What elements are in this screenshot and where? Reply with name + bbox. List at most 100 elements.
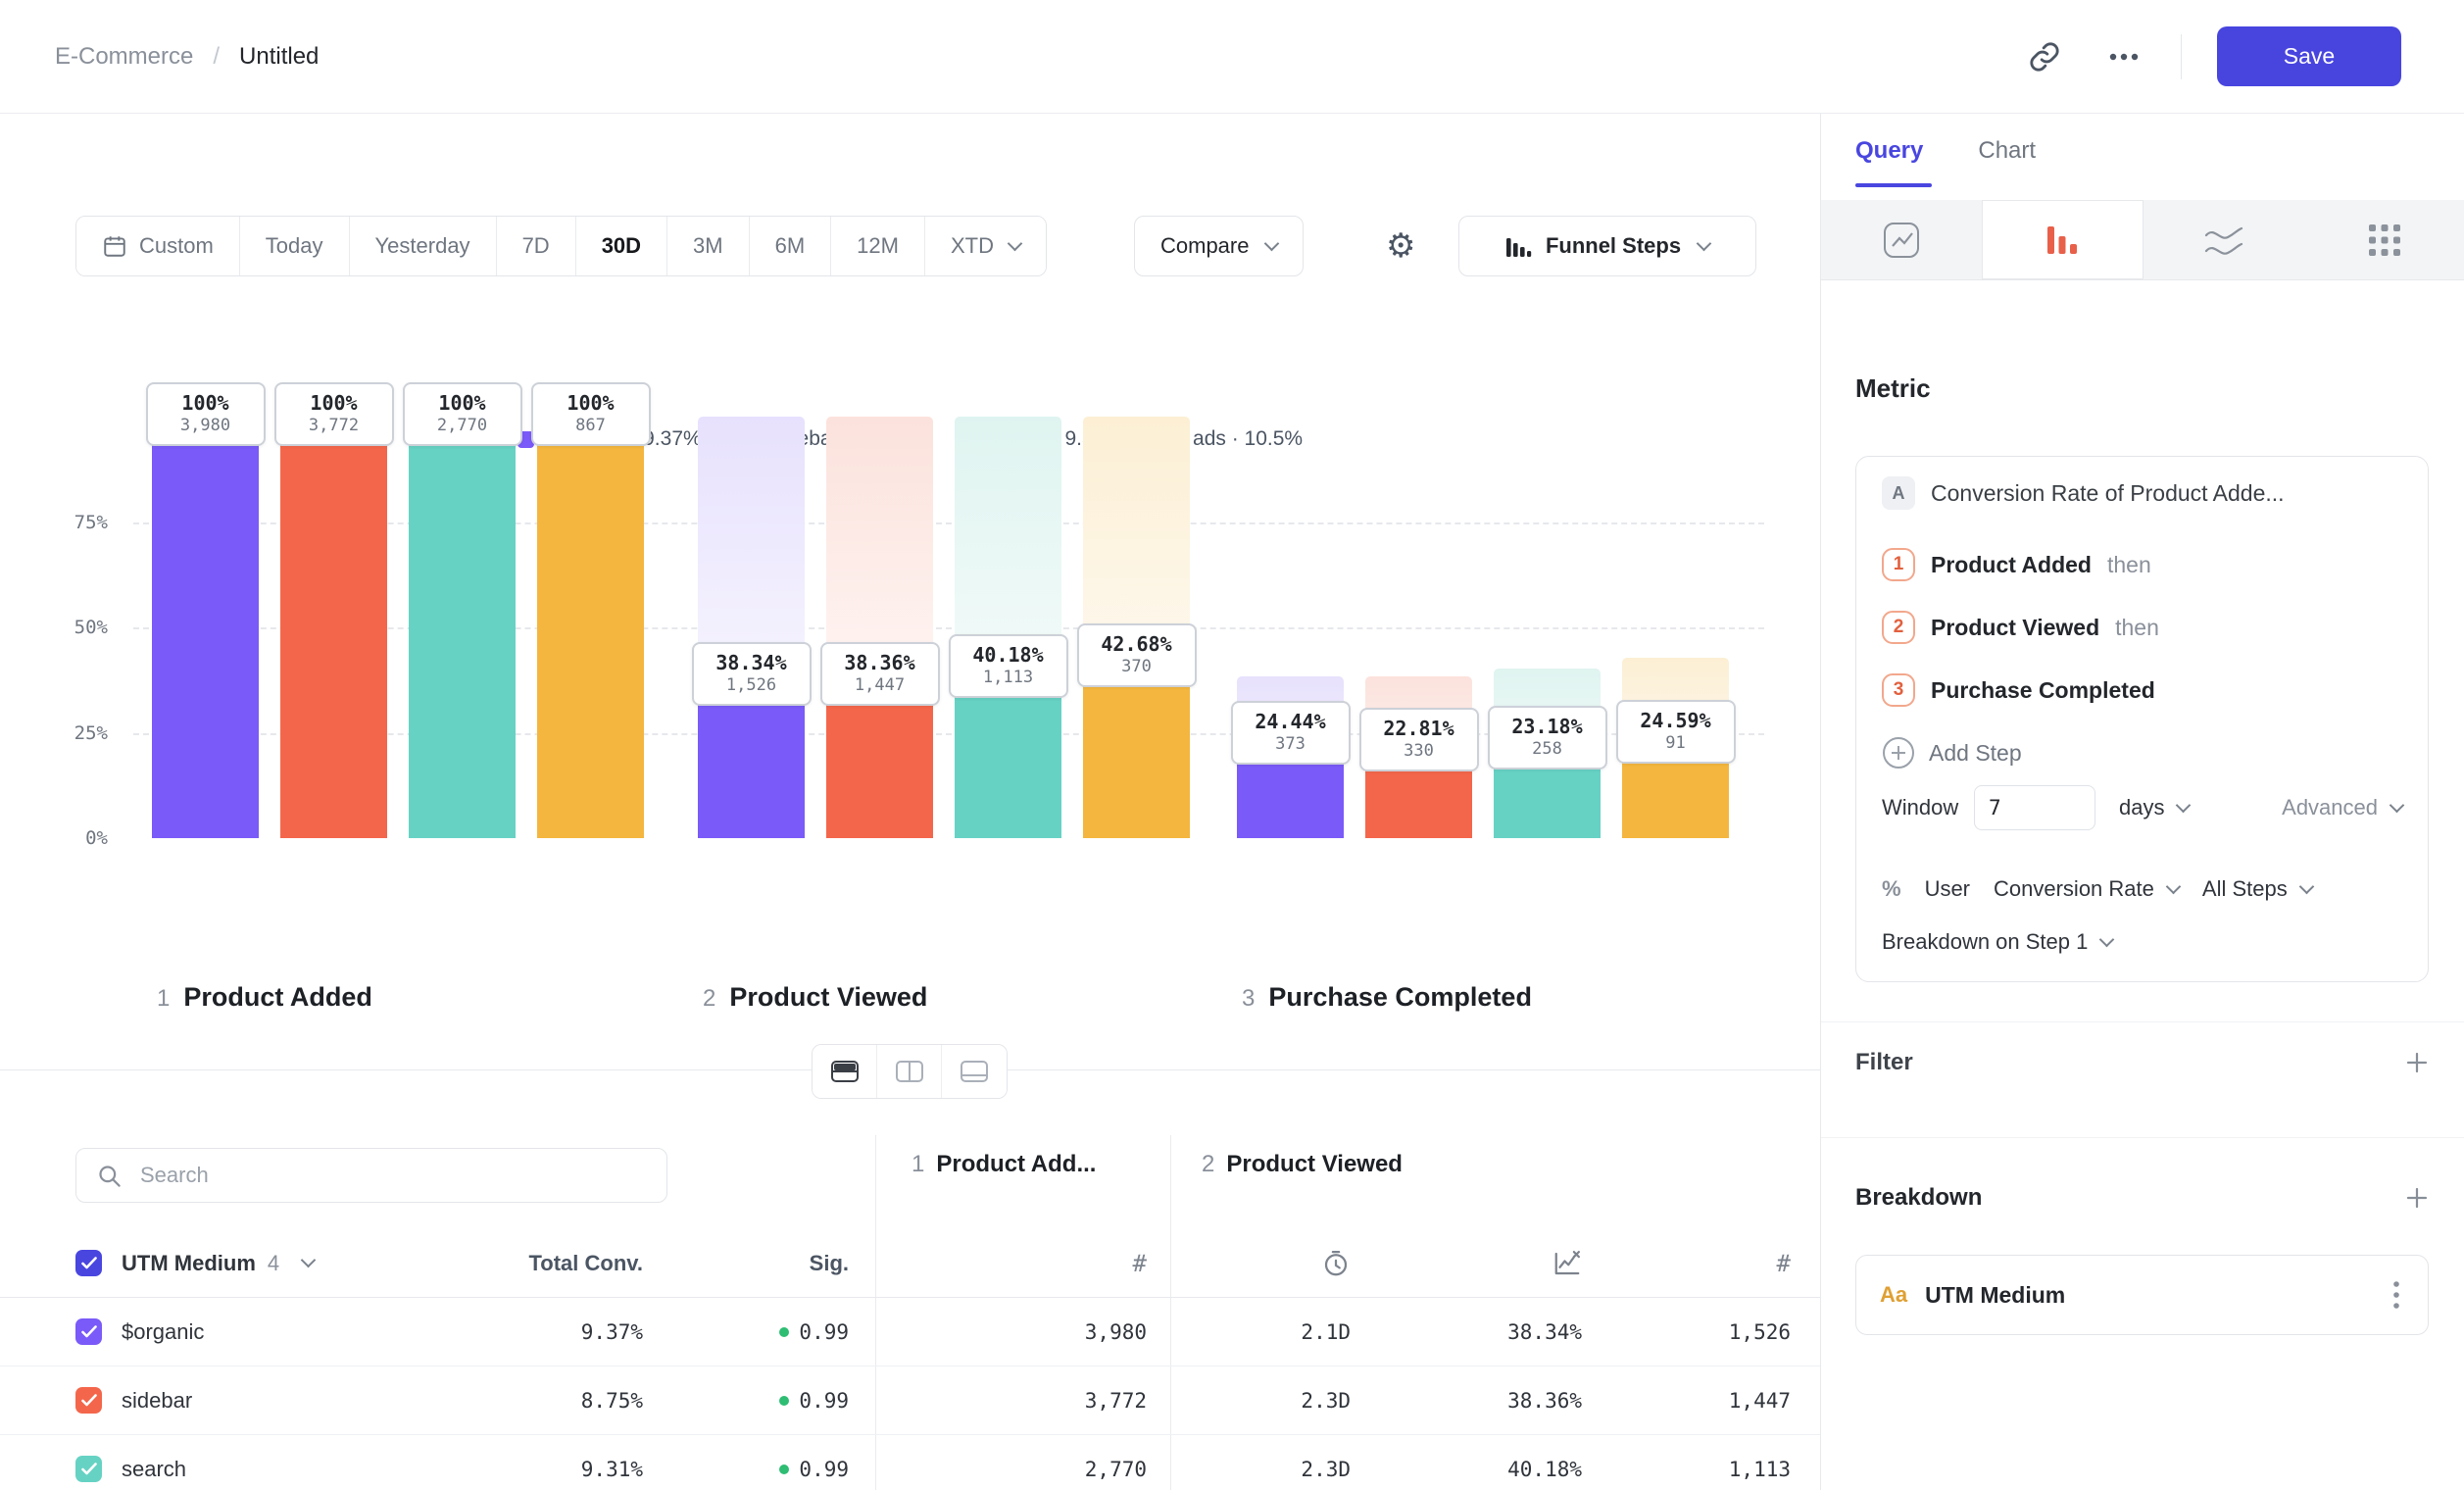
metric-step[interactable]: 2Product Viewedthen	[1882, 610, 2402, 645]
measure-type-select[interactable]: Conversion Rate	[1994, 876, 2179, 902]
funnel-bar-pct: 24.59%	[1618, 709, 1734, 732]
measure-scope-select[interactable]: All Steps	[2202, 876, 2312, 902]
step-number-badge: 3	[1882, 673, 1915, 707]
significance-dot	[779, 1327, 789, 1337]
table-row[interactable]: $organic9.37%0.993,9802.1D38.34%1,526	[0, 1298, 1820, 1366]
funnel-plot: 100%3,980100%3,772100%2,770100%86738.34%…	[152, 417, 1728, 838]
plus-icon	[2404, 1185, 2430, 1211]
share-link-button[interactable]	[2022, 34, 2067, 79]
col-header-step1-count[interactable]: #	[849, 1250, 1147, 1277]
significance-dot	[779, 1465, 789, 1474]
funnel-bar-label: 100%3,980	[146, 382, 266, 446]
metric-title: Conversion Rate of Product Adde...	[1931, 480, 2285, 507]
col-header-total-conv[interactable]: Total Conv.	[490, 1251, 643, 1276]
significance-dot	[779, 1396, 789, 1406]
advanced-button[interactable]: Advanced	[2282, 785, 2402, 830]
main-area: CustomTodayYesterday7D30D3M6M12MXTD Comp…	[0, 114, 1820, 1490]
funnel-bar-pct: 24.44%	[1233, 710, 1349, 733]
filter-section: Filter	[1855, 1045, 2430, 1080]
tab-chart[interactable]: Chart	[1978, 137, 2036, 165]
row-checkbox[interactable]	[75, 1456, 102, 1482]
window-unit-select[interactable]: days	[2119, 785, 2189, 830]
col-header-step2-count[interactable]: #	[1582, 1250, 1791, 1277]
layout-bottom-panel-button[interactable]	[942, 1045, 1007, 1098]
layout-split-vertical-button[interactable]	[877, 1045, 942, 1098]
cell-step2-time: 2.3D	[1147, 1389, 1351, 1413]
table-search	[75, 1148, 667, 1203]
bottom-panel-icon	[960, 1059, 989, 1084]
funnel-bar-count: 2,770	[405, 416, 520, 436]
add-filter-button[interactable]	[2404, 1050, 2430, 1075]
search-icon	[96, 1163, 123, 1189]
measure-scope-label: All Steps	[2202, 876, 2288, 902]
funnel-bar-count: 3,980	[148, 416, 264, 436]
breadcrumb-separator: /	[213, 43, 220, 71]
breadcrumb: E-Commerce / Untitled	[55, 43, 319, 71]
step-label: Product Added	[183, 982, 372, 1013]
funnel-bar-solid	[537, 417, 644, 838]
chart-type-flow[interactable]	[2144, 200, 2304, 279]
metric-step[interactable]: 3Purchase Completed	[1882, 672, 2402, 708]
chart-type-line[interactable]	[1821, 200, 1982, 279]
measure-user-label[interactable]: User	[1925, 876, 1970, 902]
funnel-bar-sidebar: 22.81%330	[1365, 417, 1472, 838]
col-header-step2-pct[interactable]	[1351, 1249, 1582, 1278]
cell-step2-count: 1,447	[1582, 1389, 1791, 1413]
chart-type-grid[interactable]	[2304, 200, 2464, 279]
funnel-bar-pct: 38.34%	[694, 651, 810, 674]
utm-medium-label[interactable]: UTM Medium	[122, 1251, 256, 1276]
metric-badge: A	[1882, 476, 1915, 510]
metric-step[interactable]: 1Product Addedthen	[1882, 547, 2402, 582]
funnel-bar-ads: 42.68%370	[1083, 417, 1190, 838]
chevron-down-icon[interactable]	[301, 1253, 317, 1268]
breakdown-heading: Breakdown	[1855, 1184, 1982, 1212]
sig-value: 0.99	[799, 1458, 849, 1481]
chevron-down-icon	[2298, 878, 2314, 894]
table-cell-name: sidebar	[0, 1387, 490, 1414]
layout-toggle-group	[812, 1044, 1008, 1099]
row-checkbox[interactable]	[75, 1318, 102, 1345]
row-checkbox[interactable]	[75, 1387, 102, 1414]
step-label: Product Viewed	[729, 982, 927, 1013]
breadcrumb-project[interactable]: E-Commerce	[55, 43, 193, 71]
tab-query[interactable]: Query	[1855, 137, 1923, 165]
step-suffix: then	[2107, 552, 2151, 578]
cell-step2-time: 2.3D	[1147, 1458, 1351, 1481]
search-input[interactable]	[138, 1162, 647, 1189]
split-vertical-icon	[895, 1059, 924, 1084]
ellipsis-icon	[2108, 52, 2140, 62]
funnel-bar-label: 24.44%373	[1231, 701, 1351, 765]
save-button[interactable]: Save	[2217, 26, 2401, 86]
table-row[interactable]: search9.31%0.992,7702.3D40.18%1,113	[0, 1435, 1820, 1490]
percent-icon: %	[1882, 876, 1901, 902]
metric-title-row[interactable]: A Conversion Rate of Product Adde...	[1882, 474, 2402, 512]
add-step-button[interactable]: Add Step	[1882, 736, 2022, 770]
more-options-button[interactable]	[2102, 46, 2145, 68]
add-breakdown-button[interactable]	[2404, 1185, 2430, 1211]
layout-split-horizontal-button[interactable]	[813, 1045, 877, 1098]
chart-type-funnel[interactable]	[1982, 200, 2143, 279]
funnel-bar-count: 3,772	[276, 416, 392, 436]
breadcrumb-title[interactable]: Untitled	[239, 43, 319, 71]
chevron-down-icon	[2166, 878, 2182, 894]
window-input[interactable]	[1974, 785, 2095, 830]
y-axis-tick: 25%	[29, 722, 108, 744]
table-row[interactable]: sidebar8.75%0.993,7722.3D38.36%1,447	[0, 1366, 1820, 1435]
breakdown-options-button[interactable]	[2389, 1276, 2404, 1314]
step-number-badge: 1	[1882, 548, 1915, 581]
funnel-bar-count: 330	[1361, 741, 1477, 762]
topbar-actions: Save	[2022, 26, 2401, 86]
funnel-bar-count: 1,113	[951, 668, 1066, 688]
col-header-step2-time[interactable]	[1147, 1249, 1351, 1278]
funnel-bar-pct: 23.18%	[1490, 715, 1605, 738]
table-cell-name: $organic	[0, 1318, 490, 1345]
select-all-checkbox[interactable]	[75, 1250, 102, 1276]
check-icon	[81, 1463, 97, 1475]
step-number: 1	[157, 985, 170, 1013]
panel-tabs: Query Chart	[1855, 137, 2036, 165]
col-header-sig[interactable]: Sig.	[643, 1251, 849, 1276]
breakdown-property-card[interactable]: Aa UTM Medium	[1855, 1255, 2429, 1335]
breakdown-on-select[interactable]: Breakdown on Step 1	[1882, 929, 2112, 955]
breakdown-on-row: Breakdown on Step 1	[1882, 929, 2112, 959]
table-header-row: UTM Medium 4 Total Conv. Sig. #	[0, 1229, 1820, 1298]
